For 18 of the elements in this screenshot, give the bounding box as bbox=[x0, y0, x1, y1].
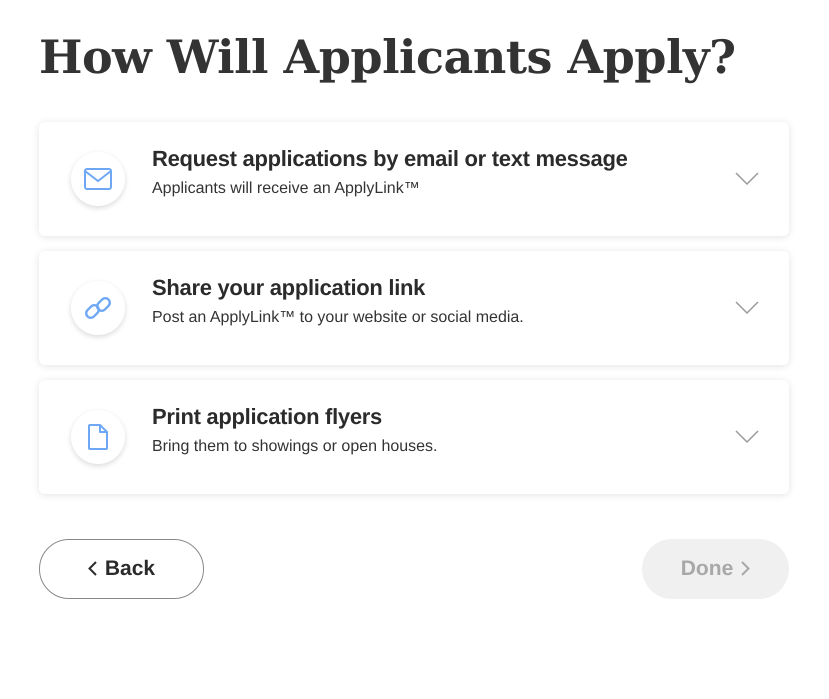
chevron-right-icon bbox=[741, 561, 750, 576]
option-description: Post an ApplyLink™ to your website or social media. bbox=[152, 308, 525, 327]
envelope-icon bbox=[84, 168, 112, 190]
option-card[interactable]: Print application flyers Bring them to showings or open houses. bbox=[39, 380, 789, 494]
option-title: Request applications by email or text message bbox=[152, 146, 629, 172]
option-description: Bring them to showings or open houses. bbox=[152, 438, 438, 456]
back-button[interactable]: Back bbox=[39, 538, 204, 599]
page-heading: How Will Applicants Apply? bbox=[39, 29, 736, 86]
chevron-down-icon[interactable] bbox=[735, 172, 759, 186]
chevron-down-icon[interactable] bbox=[735, 430, 759, 444]
chevron-down-icon[interactable] bbox=[735, 300, 759, 315]
option-card[interactable]: Request applications by email or text message Applicants will receive an ApplyLink™ bbox=[39, 122, 789, 236]
chevron-left-icon bbox=[88, 561, 97, 576]
option-title: Share your application link bbox=[152, 274, 426, 301]
option-title: Print application flyers bbox=[152, 404, 383, 430]
document-icon bbox=[88, 424, 108, 450]
option-description: Applicants will receive an ApplyLink™ bbox=[152, 180, 421, 198]
option-card[interactable]: Share your application link Post an ApplyLink™ to your website or social media. bbox=[39, 250, 789, 365]
